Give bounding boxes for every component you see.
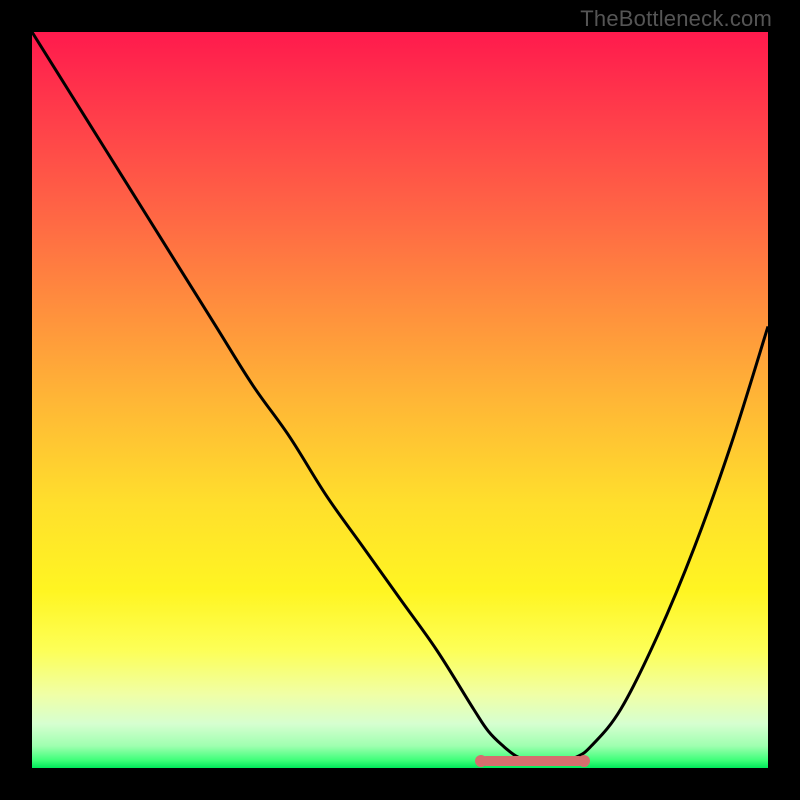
chart-plot-area (32, 32, 768, 768)
valley-highlight (481, 756, 584, 766)
valley-endpoint-right (578, 755, 590, 767)
chart-frame: TheBottleneck.com (0, 0, 800, 800)
attribution-label: TheBottleneck.com (580, 6, 772, 32)
valley-endpoint-left (475, 755, 487, 767)
bottleneck-curve (32, 32, 768, 768)
